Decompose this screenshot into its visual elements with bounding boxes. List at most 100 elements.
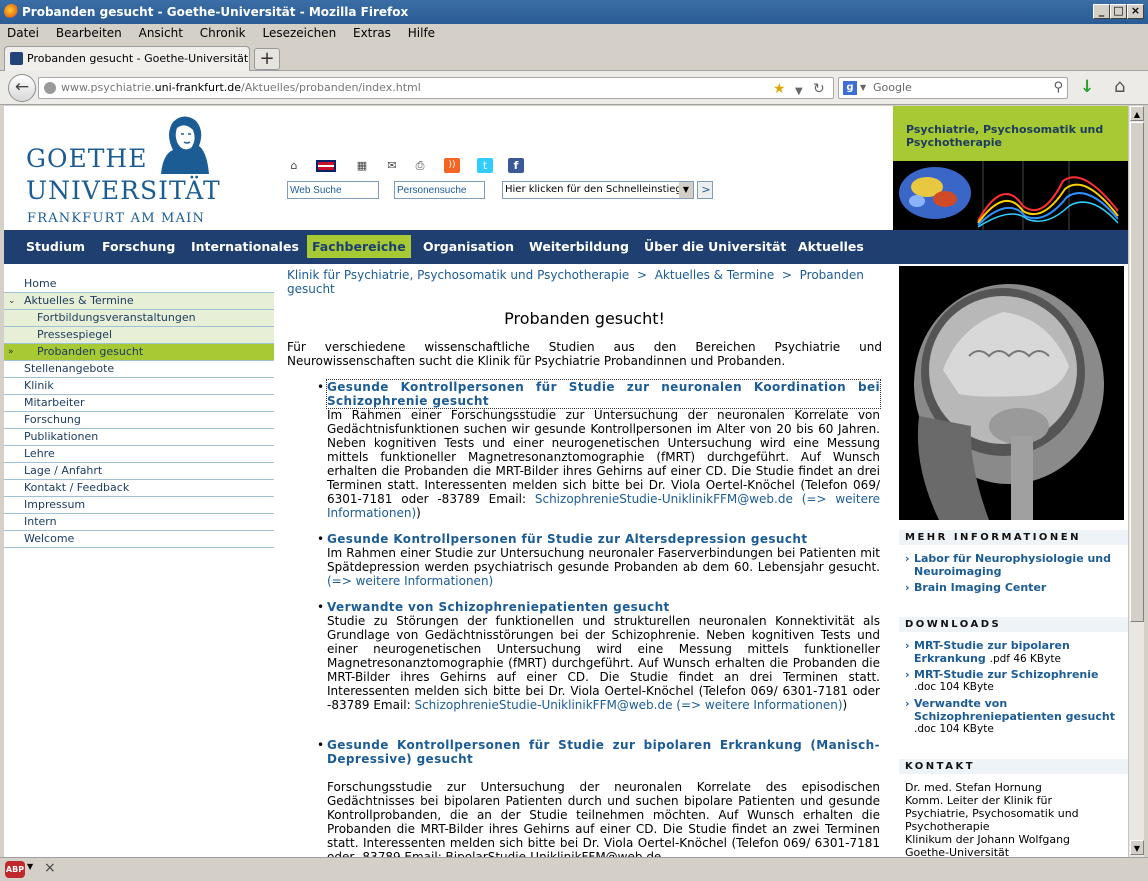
uk-flag-icon[interactable] <box>316 160 336 172</box>
minimize-button[interactable]: _ <box>1093 4 1110 19</box>
search-magnifier-icon[interactable]: ⚲ <box>1053 78 1063 98</box>
link-label: Labor für Neurophysiologie und Neuroimag… <box>914 552 1112 578</box>
kontakt-line: Klinikum der Johann Wolfgang <box>905 833 1071 846</box>
maximize-button[interactable]: □ <box>1110 4 1127 19</box>
nav-internationales[interactable]: Internationales <box>186 230 304 264</box>
download-note: .doc 104 KByte <box>914 723 994 735</box>
goethe-logo[interactable]: GOETHE UNIVERSITÄT FRANKFURT AM MAIN <box>26 114 226 226</box>
browser-tab[interactable]: Probanden gesucht - Goethe-Universität <box>4 46 250 71</box>
mail-icon[interactable]: ✉ <box>384 158 400 173</box>
sidebar-item-fortbildung[interactable]: Fortbildungsveranstaltungen <box>4 310 274 327</box>
breadcrumb-klinik[interactable]: Klinik für Psychiatrie, Psychosomatik un… <box>287 268 629 282</box>
brain-activity-graphic <box>899 161 1119 230</box>
menu-chronik[interactable]: Chronik <box>194 24 252 43</box>
web-search-input[interactable] <box>287 181 379 199</box>
scroll-down-arrow-icon[interactable]: ▼ <box>1130 840 1144 855</box>
url-dropdown-icon[interactable]: ▼ <box>795 82 803 102</box>
menu-bearbeiten[interactable]: Bearbeiten <box>50 24 128 43</box>
window-title-bar: Probanden gesucht - Goethe-Universität -… <box>0 0 1148 24</box>
site-identity-icon[interactable] <box>44 82 56 94</box>
link-labor-neurophysiologie[interactable]: › Labor für Neurophysiologie und Neuroima… <box>905 552 1127 578</box>
sidebar-item-aktuelles[interactable]: ⌄ Aktuelles & Termine <box>4 293 274 310</box>
sidebar-item-home[interactable]: Home <box>4 276 274 293</box>
sidebar-item-intern[interactable]: Intern <box>4 514 274 531</box>
link-label: Brain Imaging Center <box>914 581 1047 594</box>
menu-extras[interactable]: Extras <box>347 24 397 43</box>
study-heading-link[interactable]: Gesunde Kontrollpersonen für Studie zur … <box>327 738 880 766</box>
breadcrumb-aktuelles[interactable]: Aktuelles & Termine <box>655 268 775 282</box>
nav-weiterbildung[interactable]: Weiterbildung <box>524 230 634 264</box>
kontakt-line: Psychotherapie <box>905 820 990 833</box>
close-window-button[interactable]: × <box>1127 4 1144 19</box>
sidebar-item-publikationen[interactable]: Publikationen <box>4 429 274 446</box>
intro-text: Für verschiedene wissenschaftliche Studi… <box>287 340 882 368</box>
arrow-right-icon: › <box>905 581 910 594</box>
nav-forschung[interactable]: Forschung <box>97 230 180 264</box>
search-bar[interactable]: g ▼ Google ⚲ <box>838 77 1068 99</box>
study-more-link[interactable]: (=> weitere Informationen) <box>327 574 493 588</box>
study-heading-link[interactable]: Verwandte von Schizophreniepatienten ges… <box>327 600 880 614</box>
sidebar-item-impressum[interactable]: Impressum <box>4 497 274 514</box>
print-icon[interactable]: ⎙ <box>412 158 428 173</box>
download-schizophrenie[interactable]: › MRT-Studie zur Schizophrenie <box>905 668 1127 681</box>
sidebar-item-lage[interactable]: Lage / Anfahrt <box>4 463 274 480</box>
sidebar-item-lehre[interactable]: Lehre <box>4 446 274 463</box>
study-email-link[interactable]: SchizophrenieStudie-UniklinikFFM@web.de <box>414 698 672 712</box>
kontakt-line: Komm. Leiter der Klinik für <box>905 794 1053 807</box>
google-search-icon[interactable]: g <box>843 81 857 95</box>
back-button[interactable]: ← <box>8 74 36 102</box>
nav-fachbereiche[interactable]: Fachbereiche <box>307 235 411 258</box>
quick-access-select[interactable]: Hier klicken für den Schnelleinstieg ▼ <box>502 181 694 199</box>
scroll-up-arrow-icon[interactable]: ▲ <box>1130 106 1144 121</box>
kontakt-line: Goethe-Universität <box>905 846 1010 857</box>
close-icon[interactable]: × <box>44 860 56 876</box>
home-icon[interactable]: ⌂ <box>286 158 302 173</box>
download-icon[interactable]: ↓ <box>1080 77 1094 97</box>
adblock-plus-icon[interactable]: ABP <box>5 861 25 878</box>
menu-datei[interactable]: Datei <box>1 24 45 43</box>
sidebar-item-forschung[interactable]: Forschung <box>4 412 274 429</box>
sidebar-item-kontakt[interactable]: Kontakt / Feedback <box>4 480 274 497</box>
menu-ansicht[interactable]: Ansicht <box>133 24 189 43</box>
nav-ueber-die-universitaet[interactable]: Über die Universität <box>639 230 791 264</box>
menu-hilfe[interactable]: Hilfe <box>402 24 441 43</box>
download-bipolar[interactable]: › MRT-Studie zur bipolaren Erkrankung .pd… <box>905 639 1127 666</box>
vertical-scrollbar[interactable]: ▲ ▼ <box>1128 106 1144 857</box>
quick-access-go-button[interactable]: > <box>697 181 713 199</box>
facebook-icon[interactable]: f <box>508 158 524 173</box>
sidebar-item-probanden[interactable]: » Probanden gesucht <box>4 344 274 361</box>
rss-icon[interactable]: )) <box>444 158 460 173</box>
link-brain-imaging-center[interactable]: › Brain Imaging Center <box>905 581 1127 594</box>
nav-organisation[interactable]: Organisation <box>418 230 519 264</box>
nav-studium[interactable]: Studium <box>21 230 90 264</box>
nav-aktuelles[interactable]: Aktuelles <box>793 230 869 264</box>
downloads-header: DOWNLOADS <box>899 617 1128 632</box>
scrollbar-thumb[interactable] <box>1130 122 1144 622</box>
select-arrow-icon[interactable]: ▼ <box>679 182 693 198</box>
sidebar-item-welcome[interactable]: Welcome <box>4 531 274 548</box>
sidebar-item-pressespiegel[interactable]: Pressespiegel <box>4 327 274 344</box>
home-icon[interactable]: ⌂ <box>1114 76 1125 97</box>
study-heading-link[interactable]: Gesunde Kontrollpersonen für Studie zur … <box>326 379 881 409</box>
tab-title: Probanden gesucht - Goethe-Universität <box>27 52 249 65</box>
sidebar-item-stellenangebote[interactable]: Stellenangebote <box>4 361 274 378</box>
bookmark-star-icon[interactable]: ★ <box>773 79 786 99</box>
reload-icon[interactable]: ↻ <box>813 79 825 99</box>
study-email-link[interactable]: SchizophrenieStudie-UniklinikFFM@web.de <box>535 492 793 506</box>
menu-lesezeichen[interactable]: Lesezeichen <box>256 24 342 43</box>
new-tab-button[interactable]: + <box>254 48 280 70</box>
study-more-link[interactable]: (=> weitere Informationen) <box>676 698 842 712</box>
study-heading-link[interactable]: Gesunde Kontrollpersonen für Studie zur … <box>327 532 880 546</box>
department-title[interactable]: Psychiatrie, Psychosomatik und Psychothe… <box>893 106 1128 161</box>
twitter-icon[interactable]: t <box>477 158 493 173</box>
person-search-input[interactable] <box>394 181 485 199</box>
sitemap-icon[interactable]: ▦ <box>354 158 370 173</box>
chevron-right-icon: » <box>8 347 14 357</box>
url-bar[interactable]: www.psychiatrie.uni-frankfurt.de/Aktuell… <box>38 77 834 99</box>
download-verwandte[interactable]: › Verwandte von Schizophreniepatienten ge… <box>905 697 1127 723</box>
sidebar-item-klinik[interactable]: Klinik <box>4 378 274 395</box>
engine-dropdown-icon[interactable]: ▼ <box>860 78 866 98</box>
sidebar-item-mitarbeiter[interactable]: Mitarbeiter <box>4 395 274 412</box>
goethe-portrait-icon <box>161 116 209 174</box>
adblock-dropdown-icon[interactable]: ▼ <box>27 862 33 871</box>
